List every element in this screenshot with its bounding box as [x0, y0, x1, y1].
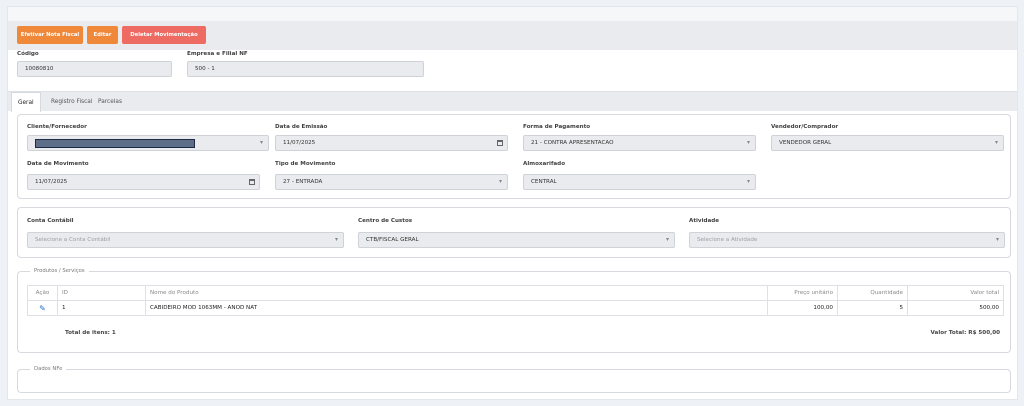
- empresa-filial-value: 500 - 1: [195, 66, 215, 72]
- centro-custos-label: Centro de Custos: [358, 218, 413, 224]
- empresa-filial-field[interactable]: 500 - 1: [187, 61, 424, 77]
- column-header-acao: Ação: [27, 285, 58, 301]
- id-cell: 1: [57, 300, 146, 316]
- centro-custos-select[interactable]: CTB/FISCAL GERAL ▾: [358, 232, 675, 248]
- data-movimento-label: Data de Movimento: [27, 161, 89, 167]
- produtos-table: Ação ID Nome do Produto Preço unitário Q…: [27, 285, 1004, 316]
- contabil-panel: Conta Contábil Selecione a Conta Contábi…: [17, 207, 1011, 258]
- chevron-down-icon: ▾: [259, 139, 263, 146]
- tab-geral[interactable]: Geral: [11, 92, 41, 112]
- produtos-fieldset: Produtos / Serviços Ação ID Nome do Prod…: [17, 268, 1011, 353]
- valor-total-summary: Valor Total: R$ 500,00: [930, 330, 1000, 336]
- action-toolbar: Efetivar Nota Fiscal Editar Deletar Movi…: [8, 21, 1017, 50]
- tipo-movimento-value: 27 - ENTRADA: [283, 179, 323, 185]
- chevron-down-icon: ▾: [746, 139, 750, 146]
- chevron-down-icon: ▾: [334, 236, 338, 243]
- forma-pagamento-value: 21 - CONTRA APRESENTACAO: [531, 140, 614, 146]
- deletar-movimentacao-button[interactable]: Deletar Movimentação: [122, 26, 206, 44]
- chevron-down-icon: ▾: [665, 236, 669, 243]
- top-strip: [8, 7, 1017, 21]
- vendedor-select[interactable]: VENDEDOR GERAL ▾: [771, 135, 1004, 151]
- column-header-quantidade: Quantidade: [837, 285, 908, 301]
- efetivar-nota-fiscal-button[interactable]: Efetivar Nota Fiscal: [17, 26, 83, 44]
- data-emissao-label: Data de Emissão: [275, 124, 328, 130]
- chevron-down-icon: ▾: [994, 139, 998, 146]
- almoxarifado-label: Almoxarifado: [523, 161, 566, 167]
- chevron-down-icon: ▾: [746, 178, 750, 185]
- empresa-filial-label: Empresa e Filial NF: [187, 51, 248, 57]
- atividade-placeholder: Selecione a Atividade: [697, 237, 758, 243]
- preco-cell: 100,00: [767, 300, 838, 316]
- conta-contabil-placeholder: Selecione a Conta Contábil: [35, 237, 111, 243]
- redacted-block: [35, 139, 195, 148]
- atividade-select[interactable]: Selecione a Atividade ▾: [689, 232, 1005, 248]
- chevron-down-icon: ▾: [995, 236, 999, 243]
- data-emissao-field[interactable]: 11/07/2025: [275, 135, 508, 151]
- data-movimento-field[interactable]: 11/07/2025: [27, 174, 260, 190]
- vendedor-label: Vendedor/Comprador: [771, 124, 839, 130]
- codigo-value: 10080810: [25, 66, 54, 72]
- calendar-icon[interactable]: [249, 179, 255, 185]
- page-container: Efetivar Nota Fiscal Editar Deletar Movi…: [7, 6, 1018, 400]
- forma-pagamento-select[interactable]: 21 - CONTRA APRESENTACAO ▾: [523, 135, 756, 151]
- vendedor-value: VENDEDOR GERAL: [779, 140, 832, 146]
- dados-nfe-legend: Dados NFe: [30, 366, 67, 372]
- editar-button[interactable]: Editar: [87, 26, 118, 44]
- atividade-label: Atividade: [689, 218, 720, 224]
- calendar-icon[interactable]: [497, 140, 503, 146]
- cliente-select[interactable]: ▾: [27, 135, 269, 151]
- dados-nfe-fieldset: Dados NFe: [17, 366, 1011, 393]
- data-movimento-value: 11/07/2025: [35, 179, 68, 185]
- table-header-row: Ação ID Nome do Produto Preço unitário Q…: [27, 285, 1004, 301]
- tab-bar: Geral Registro Fiscal Parcelas: [8, 91, 1017, 112]
- tab-parcelas[interactable]: Parcelas: [92, 92, 128, 112]
- column-header-nome: Nome do Produto: [145, 285, 768, 301]
- centro-custos-value: CTB/FISCAL GERAL: [366, 237, 419, 243]
- quantidade-cell: 5: [837, 300, 908, 316]
- codigo-label: Código: [17, 51, 39, 57]
- conta-contabil-label: Conta Contábil: [27, 218, 74, 224]
- chevron-down-icon: ▾: [498, 178, 502, 185]
- total-items: Total de itens: 1: [65, 330, 116, 336]
- column-header-id: ID: [57, 285, 146, 301]
- column-header-valor-total: Valor total: [907, 285, 1004, 301]
- tipo-movimento-label: Tipo de Movimento: [275, 161, 336, 167]
- forma-pagamento-label: Forma de Pagamento: [523, 124, 591, 130]
- conta-contabil-select[interactable]: Selecione a Conta Contábil ▾: [27, 232, 344, 248]
- column-header-preco: Preço unitário: [767, 285, 838, 301]
- almoxarifado-value: CENTRAL: [531, 179, 557, 185]
- cliente-label: Cliente/Fornecedor: [27, 124, 87, 130]
- acao-cell: ✎: [27, 300, 58, 316]
- nome-cell: CABIDEIRO MOD 1063MM - ANOD NAT: [145, 300, 768, 316]
- table-row: ✎ 1 CABIDEIRO MOD 1063MM - ANOD NAT 100,…: [27, 300, 1004, 316]
- tipo-movimento-select[interactable]: 27 - ENTRADA ▾: [275, 174, 508, 190]
- codigo-field[interactable]: 10080810: [17, 61, 172, 77]
- almoxarifado-select[interactable]: CENTRAL ▾: [523, 174, 756, 190]
- geral-panel: Cliente/Fornecedor ▾ Data de Emissão 11/…: [17, 114, 1011, 199]
- data-emissao-value: 11/07/2025: [283, 140, 316, 146]
- pencil-icon[interactable]: ✎: [39, 304, 46, 313]
- produtos-legend: Produtos / Serviços: [30, 268, 89, 274]
- tab-registro-fiscal[interactable]: Registro Fiscal: [45, 92, 98, 112]
- valor-cell: 500,00: [907, 300, 1004, 316]
